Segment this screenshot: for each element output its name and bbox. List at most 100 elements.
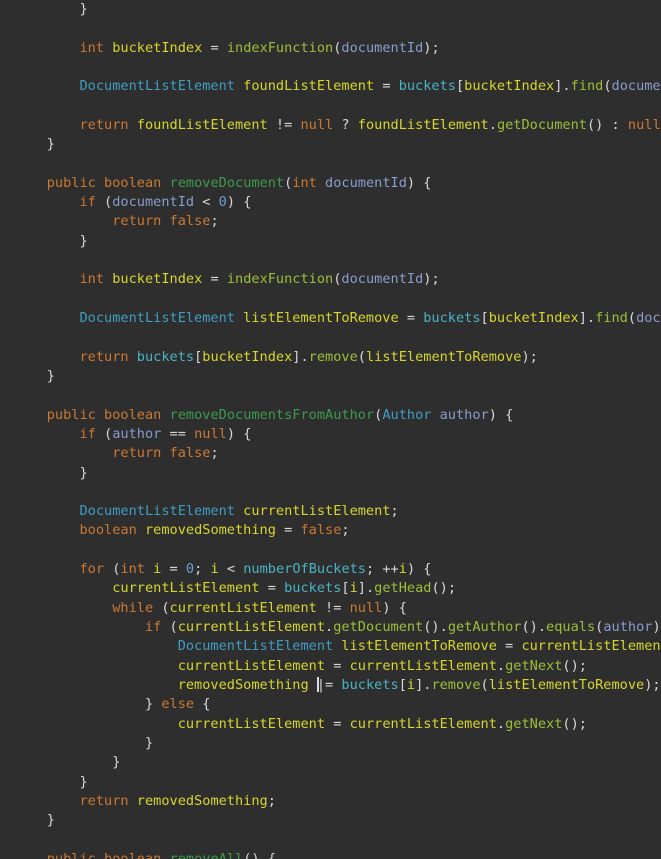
code-line[interactable]: while (currentListElement != null) { bbox=[14, 599, 661, 618]
code-line[interactable] bbox=[14, 251, 661, 270]
code-line[interactable]: removedSomething |= buckets[i].remove(li… bbox=[14, 676, 661, 695]
code-line[interactable]: currentListElement = currentListElement.… bbox=[14, 715, 661, 734]
code-token: else bbox=[161, 696, 195, 713]
code-line[interactable] bbox=[14, 541, 661, 560]
code-token: false bbox=[169, 445, 211, 462]
code-line[interactable]: currentListElement = currentListElement.… bbox=[14, 657, 661, 676]
code-line[interactable]: DocumentListElement listElementToRemove … bbox=[14, 309, 661, 328]
code-token: i bbox=[398, 561, 407, 578]
code-token: } bbox=[79, 464, 88, 481]
code-token: author bbox=[112, 425, 162, 442]
code-line[interactable]: currentListElement = buckets[i].getHead(… bbox=[14, 579, 661, 598]
code-token: currentListElement bbox=[177, 619, 326, 635]
code-line[interactable]: } bbox=[14, 232, 661, 251]
code-token: = bbox=[398, 310, 424, 326]
code-token: currentListElement bbox=[177, 715, 326, 732]
code-line[interactable]: if (documentId < 0) { bbox=[14, 193, 661, 212]
code-line[interactable]: public boolean removeAll() { bbox=[14, 850, 661, 859]
code-line[interactable]: return removedSomething; bbox=[14, 792, 661, 811]
code-token: currentListElement bbox=[349, 715, 497, 732]
code-token: { bbox=[194, 696, 211, 713]
code-token: [ bbox=[398, 676, 407, 693]
code-line[interactable]: public boolean removeDocumentsFromAuthor… bbox=[14, 406, 661, 425]
code-token: getAuthor bbox=[447, 619, 522, 635]
code-line[interactable]: boolean removedSomething = false; bbox=[14, 521, 661, 540]
code-line[interactable]: } else { bbox=[14, 695, 661, 714]
code-token: indexFunction bbox=[226, 271, 334, 288]
code-line[interactable]: for (int i = 0; i < numberOfBuckets; ++i… bbox=[14, 560, 661, 579]
code-token: } bbox=[112, 754, 121, 771]
code-token: } bbox=[79, 1, 88, 17]
code-line[interactable] bbox=[14, 19, 661, 38]
code-token: } bbox=[79, 773, 88, 790]
code-line[interactable]: return buckets[bucketIndex].remove(listE… bbox=[14, 348, 661, 367]
code-token: boolean bbox=[79, 522, 137, 539]
code-token: 0 bbox=[185, 561, 195, 578]
code-line[interactable]: public boolean removeDocument(int docume… bbox=[14, 174, 661, 193]
code-token: < bbox=[194, 194, 219, 211]
code-line[interactable]: DocumentListElement foundListElement = b… bbox=[14, 77, 661, 96]
code-line[interactable]: } bbox=[14, 734, 661, 753]
code-token: = bbox=[325, 715, 350, 732]
code-line[interactable]: if (currentListElement.getDocument().get… bbox=[14, 618, 661, 637]
code-token: ( bbox=[104, 561, 121, 578]
code-token: bucketIndex bbox=[112, 39, 203, 56]
code-token: foundListElement bbox=[357, 116, 489, 133]
code-line[interactable]: int bucketIndex = indexFunction(document… bbox=[14, 39, 661, 58]
code-line[interactable]: } bbox=[14, 367, 661, 386]
code-line[interactable]: int bucketIndex = indexFunction(document… bbox=[14, 270, 661, 289]
code-line[interactable]: return foundListElement != null ? foundL… bbox=[14, 116, 661, 135]
code-editor[interactable]: } int bucketIndex = indexFunction(docume… bbox=[0, 0, 661, 859]
code-token: } bbox=[46, 812, 55, 829]
code-line[interactable]: if (author == null) { bbox=[14, 425, 661, 444]
code-token: ( bbox=[153, 599, 170, 616]
code-line[interactable]: } bbox=[14, 135, 661, 154]
code-content[interactable]: } int bucketIndex = indexFunction(docume… bbox=[14, 0, 661, 859]
code-line[interactable]: DocumentListElement listElementToRemove … bbox=[14, 637, 661, 656]
code-line[interactable]: } bbox=[14, 0, 661, 19]
code-token: (); bbox=[562, 657, 587, 674]
code-line[interactable] bbox=[14, 97, 661, 116]
code-token: } bbox=[46, 136, 55, 153]
code-line[interactable]: return false; bbox=[14, 212, 661, 231]
code-line[interactable] bbox=[14, 290, 661, 309]
code-line[interactable] bbox=[14, 386, 661, 405]
code-line[interactable]: } bbox=[14, 773, 661, 792]
code-token: [ bbox=[341, 580, 350, 597]
code-token: ( bbox=[161, 619, 178, 635]
code-line[interactable] bbox=[14, 483, 661, 502]
code-token: ) { bbox=[488, 406, 514, 423]
code-line[interactable]: return false; bbox=[14, 444, 661, 463]
code-line[interactable] bbox=[14, 58, 661, 77]
code-token: remove bbox=[431, 676, 481, 693]
code-line[interactable] bbox=[14, 155, 661, 174]
code-token: boolean bbox=[104, 406, 162, 423]
code-token: documentId bbox=[636, 310, 661, 326]
code-token: getHead bbox=[374, 580, 432, 597]
code-line[interactable] bbox=[14, 328, 661, 347]
code-line[interactable] bbox=[14, 830, 661, 849]
code-line[interactable]: } bbox=[14, 464, 661, 483]
code-token: currentListElement bbox=[169, 599, 317, 616]
code-token: documentId bbox=[325, 174, 407, 191]
code-token: documentId bbox=[341, 271, 424, 288]
code-line[interactable]: } bbox=[14, 811, 661, 830]
code-line[interactable]: DocumentListElement currentListElement; bbox=[14, 502, 661, 521]
code-token: removeDocumentsFromAuthor bbox=[169, 406, 375, 423]
code-line[interactable]: } bbox=[14, 753, 661, 772]
